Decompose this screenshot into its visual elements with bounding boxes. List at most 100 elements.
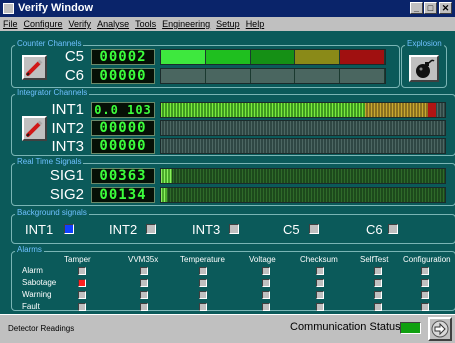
integrator-int1-fill bbox=[161, 103, 437, 117]
bomb-icon bbox=[416, 59, 435, 78]
bg-int2-indicator bbox=[146, 224, 156, 234]
alarm-indicator bbox=[140, 303, 148, 311]
alarm-indicator bbox=[262, 279, 270, 287]
alarm-indicator bbox=[262, 291, 270, 299]
counter-c5-name: C5 bbox=[64, 48, 84, 65]
alarm-indicator bbox=[316, 303, 324, 311]
menu-verify[interactable]: Verify bbox=[66, 17, 95, 31]
alarm-col-temperature: Temperature bbox=[180, 255, 225, 264]
counter-c6-segment bbox=[250, 69, 296, 83]
close-button[interactable]: ✕ bbox=[439, 2, 452, 14]
counter-c6-bar bbox=[160, 68, 386, 84]
integrator-int2-name: INT2 bbox=[51, 120, 84, 137]
next-button[interactable] bbox=[428, 317, 452, 341]
alarm-row-warning: Warning bbox=[22, 290, 52, 299]
alarm-indicator bbox=[316, 279, 324, 287]
bg-int1-indicator bbox=[64, 224, 74, 234]
alarm-indicator bbox=[421, 291, 429, 299]
alarm-indicator bbox=[316, 291, 324, 299]
integrator-int1-bar bbox=[160, 102, 446, 118]
alarm-indicator bbox=[78, 291, 86, 299]
integrator-int1-name: INT1 bbox=[51, 101, 84, 118]
alarm-indicator bbox=[421, 303, 429, 311]
integrator-int1-fill-high bbox=[364, 103, 437, 117]
menu-analyse[interactable]: Analyse bbox=[94, 17, 132, 31]
alarm-indicator bbox=[199, 291, 207, 299]
alarm-indicator bbox=[78, 279, 86, 287]
window-title: Verify Window bbox=[18, 2, 94, 14]
bg-int3-indicator bbox=[229, 224, 239, 234]
alarms-label: Alarms bbox=[15, 245, 44, 254]
counter-c6-name: C6 bbox=[64, 67, 84, 84]
integrator-int3-value: 00000 bbox=[91, 138, 155, 154]
bg-c6-label: C6 bbox=[366, 222, 383, 237]
alarm-indicator bbox=[262, 267, 270, 275]
realtime-sig2-name: SIG2 bbox=[49, 186, 84, 203]
alarm-col-selftest: SelfTest bbox=[360, 255, 389, 264]
menu-configure[interactable]: Configure bbox=[21, 17, 66, 31]
realtime-sig2-bar bbox=[160, 187, 446, 203]
counter-c6-value: 00000 bbox=[91, 68, 155, 84]
alarm-indicator bbox=[374, 291, 382, 299]
alarm-indicator bbox=[316, 267, 324, 275]
alarm-indicator bbox=[374, 279, 382, 287]
realtime-sig1-value: 00363 bbox=[91, 168, 155, 184]
menu-setup[interactable]: Setup bbox=[213, 17, 243, 31]
integrator-int2-value: 00000 bbox=[91, 120, 155, 136]
real-time-signals-label: Real Time Signals bbox=[15, 157, 84, 166]
menu-tools[interactable]: Tools bbox=[132, 17, 159, 31]
realtime-sig2-value: 00134 bbox=[91, 187, 155, 203]
menu-file[interactable]: File bbox=[0, 17, 21, 31]
alarm-indicator bbox=[140, 291, 148, 299]
counter-c5-segment bbox=[295, 50, 341, 64]
integrator-int3-bar bbox=[160, 138, 446, 154]
counter-c5-segment bbox=[205, 50, 251, 64]
background-signals-label: Background signals bbox=[15, 208, 89, 217]
app-icon bbox=[3, 3, 14, 14]
alarm-indicator bbox=[421, 279, 429, 287]
integrator-int3-name: INT3 bbox=[51, 138, 84, 155]
alarm-indicator bbox=[374, 303, 382, 311]
alarm-row-sabotage: Sabotage bbox=[22, 278, 57, 287]
alarm-row-fault: Fault bbox=[22, 302, 40, 311]
menu-engineering[interactable]: Engineering bbox=[159, 17, 213, 31]
maximize-button[interactable]: □ bbox=[424, 2, 437, 14]
alarm-indicator bbox=[421, 267, 429, 275]
realtime-sig1-bar bbox=[160, 168, 446, 184]
alarm-indicator bbox=[140, 267, 148, 275]
explosion-label: Explosion bbox=[405, 39, 444, 48]
alarm-row-alarm: Alarm bbox=[22, 266, 43, 275]
bg-int1-label: INT1 bbox=[25, 222, 54, 237]
alarm-indicator bbox=[374, 267, 382, 275]
alarm-col-vvm35x: VVM35x bbox=[128, 255, 159, 264]
alarm-indicator bbox=[262, 303, 270, 311]
alarm-indicator bbox=[199, 303, 207, 311]
counter-c6-segment bbox=[340, 69, 385, 83]
counter-c6-segment bbox=[295, 69, 341, 83]
detector-readings-label: Detector Readings bbox=[8, 324, 75, 333]
counter-c5-segment bbox=[340, 50, 385, 64]
menu-bar: File Configure Verify Analyse Tools Engineeri… bbox=[0, 17, 455, 31]
alarm-col-tamper: Tamper bbox=[64, 255, 91, 264]
counter-c5-segment bbox=[161, 50, 206, 64]
alarm-indicator bbox=[78, 303, 86, 311]
counter-c6-segment bbox=[161, 69, 206, 83]
counter-c5-bar bbox=[160, 49, 386, 65]
bg-c5-label: C5 bbox=[283, 222, 300, 237]
alarm-indicator bbox=[199, 267, 207, 275]
explosion-button[interactable] bbox=[409, 55, 439, 82]
counter-channels-label: Counter Channels bbox=[15, 39, 84, 48]
alarm-indicator bbox=[78, 267, 86, 275]
verify-window: Verify Window _ □ ✕ File Configure Verify A… bbox=[0, 0, 455, 343]
menu-help[interactable]: Help bbox=[243, 17, 268, 31]
counter-c6-segment bbox=[205, 69, 251, 83]
alarm-col-configuration: Configuration bbox=[403, 255, 451, 264]
title-bar: Verify Window _ □ ✕ bbox=[0, 0, 455, 17]
bg-int2-label: INT2 bbox=[109, 222, 138, 237]
bg-int3-label: INT3 bbox=[192, 222, 221, 237]
minimize-button[interactable]: _ bbox=[410, 2, 423, 14]
integrator-int2-bar bbox=[160, 120, 446, 136]
realtime-sig1-name: SIG1 bbox=[49, 167, 84, 184]
integrator-channels-label: Integrator Channels bbox=[15, 88, 90, 97]
bg-c6-indicator bbox=[388, 224, 398, 234]
